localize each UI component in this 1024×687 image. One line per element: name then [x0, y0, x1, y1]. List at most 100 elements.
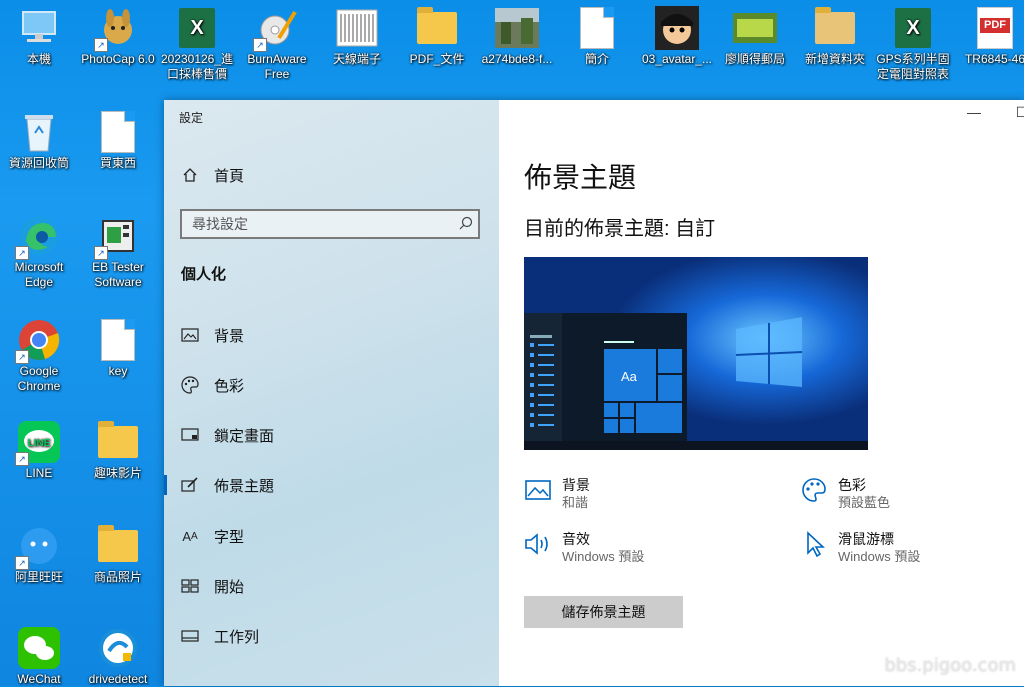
- desktop-icon-label: a274bde8-f...: [481, 52, 553, 66]
- desktop-icon-label: 商品照片: [93, 570, 142, 584]
- desktop-icon-label: 天線端子: [332, 52, 381, 66]
- desktop-icon-photocap[interactable]: ↗ PhotoCap 6.0: [79, 4, 157, 67]
- folder-icon: [415, 6, 459, 50]
- desktop-icon-label: Google Chrome: [17, 364, 61, 393]
- desktop-icon-drivedetect[interactable]: drivedetect: [79, 624, 157, 687]
- section-header-personalization: 個人化: [181, 266, 227, 283]
- prop-value: 預設藍色: [838, 495, 891, 510]
- nav-home[interactable]: 首頁: [164, 155, 499, 195]
- desktop-icon-label: 本機: [26, 52, 51, 66]
- theme-prop-sounds[interactable]: 音效 Windows 預設: [524, 530, 644, 566]
- start-icon: [180, 579, 200, 593]
- prop-value: Windows 預設: [562, 549, 645, 564]
- settings-sidebar: 設定 首頁 個人化 背景 色彩: [164, 100, 499, 686]
- settings-content: — ☐ 佈景主題 目前的佈景主題: 自訂 Aa 背景 和諧 色彩 預設藍色 音效…: [499, 100, 1024, 686]
- desktop-icon-tr6845-pdf[interactable]: PDF TR6845-46: [956, 4, 1024, 67]
- nav-item-background[interactable]: 背景: [164, 315, 499, 355]
- desktop-icon-shopping[interactable]: 買東西: [79, 108, 157, 171]
- desktop-icon-label: LINE: [25, 466, 53, 480]
- prop-value: 和諧: [562, 495, 589, 510]
- desktop-icon-label: Microsoft Edge: [14, 260, 64, 289]
- desktop-icon-label: 簡介: [584, 52, 609, 66]
- desktop-icon-label: drivedetect: [88, 672, 148, 686]
- nav-item-colors[interactable]: 色彩: [164, 365, 499, 405]
- shortcut-arrow-icon: ↗: [253, 38, 267, 52]
- folder-icon: [813, 6, 857, 50]
- desktop-icon-pdf-folder[interactable]: PDF_文件: [398, 4, 476, 67]
- desktop-icon-label: 廖順得郵局: [724, 52, 785, 66]
- desktop-icon-label: TR6845-46: [964, 52, 1024, 66]
- desktop-icon-avatar[interactable]: 03_avatar_...: [638, 4, 716, 67]
- avatar-icon: [655, 6, 699, 50]
- desktop-icon-post-office[interactable]: 廖順得郵局: [716, 4, 794, 67]
- desktop-icon-new-folder[interactable]: 新增資料夾: [796, 4, 874, 67]
- lock-screen-icon: [180, 428, 200, 442]
- excel-icon: X: [175, 6, 219, 50]
- desktop-icon-this-pc[interactable]: 本機: [0, 4, 78, 67]
- maximize-button[interactable]: ☐: [1007, 104, 1024, 121]
- folder-icon: [96, 524, 140, 568]
- desktop-icon-label: PhotoCap 6.0: [81, 52, 155, 66]
- search-icon[interactable]: [454, 216, 478, 233]
- shortcut-arrow-icon: ↗: [15, 246, 29, 260]
- document-icon: [96, 318, 140, 362]
- desktop-icon-line[interactable]: LINE ↗ LINE: [0, 418, 78, 481]
- desktop-icon-product-photos[interactable]: 商品照片: [79, 522, 157, 585]
- nav-item-label: 工作列: [214, 628, 260, 646]
- wechat-icon: [17, 626, 61, 670]
- minimize-button[interactable]: —: [959, 104, 989, 120]
- theme-prop-background[interactable]: 背景 和諧: [524, 476, 590, 512]
- desktop-icon-recycle-bin[interactable]: 資源回收筒: [0, 108, 78, 171]
- photo-file-icon: [495, 6, 539, 50]
- nav-item-taskbar[interactable]: 工作列: [164, 616, 499, 656]
- computer-icon: [17, 6, 61, 50]
- cursor-icon: [800, 530, 828, 558]
- taskbar-icon: [180, 630, 200, 642]
- prop-name: 色彩: [838, 477, 866, 493]
- shortcut-arrow-icon: ↗: [94, 38, 108, 52]
- desktop-icon-label: 03_avatar_...: [641, 52, 713, 66]
- desktop-icon-photo[interactable]: a274bde8-f...: [478, 4, 556, 67]
- shortcut-arrow-icon: ↗: [94, 246, 108, 260]
- nav-item-lock-screen[interactable]: 鎖定畫面: [164, 415, 499, 455]
- nav-item-label: 背景: [214, 327, 245, 345]
- prop-name: 滑鼠游標: [838, 531, 894, 547]
- theme-prop-mouse-cursor[interactable]: 滑鼠游標 Windows 預設: [800, 530, 920, 566]
- desktop-icon-label: 資源回收筒: [8, 156, 69, 170]
- desktop-icon-eb-tester[interactable]: ↗ EB Tester Software: [79, 212, 157, 290]
- desktop-icon-burnaware[interactable]: ↗ BurnAware Free: [238, 4, 316, 82]
- search-box[interactable]: [180, 209, 480, 239]
- nav-item-fonts[interactable]: AA 字型: [164, 516, 499, 556]
- prop-value: Windows 預設: [838, 549, 921, 564]
- save-theme-button[interactable]: 儲存佈景主題: [524, 596, 683, 628]
- theme-prop-color[interactable]: 色彩 預設藍色: [800, 476, 890, 512]
- desktop-icon-label: 趣味影片: [93, 466, 142, 480]
- desktop-icon-antenna[interactable]: 天線端子: [318, 4, 396, 67]
- brush-icon: [180, 477, 200, 493]
- desktop-icon-edge[interactable]: ↗ Microsoft Edge: [0, 212, 78, 290]
- shortcut-arrow-icon: ↗: [15, 556, 29, 570]
- picture-icon: [180, 328, 200, 342]
- photocap-icon: ↗: [94, 6, 140, 52]
- desktop-icon-chrome[interactable]: ↗ Google Chrome: [0, 316, 78, 394]
- desktop-icon-aliwangwang[interactable]: ↗ 阿里旺旺: [0, 522, 78, 585]
- palette-icon: [180, 376, 200, 394]
- nav-home-label: 首頁: [214, 167, 245, 185]
- search-input[interactable]: [182, 215, 454, 233]
- desktop-icon-excel-price[interactable]: X 20230126_進口採棒售價: [158, 4, 236, 82]
- document-icon: [96, 110, 140, 154]
- desktop-icon-key[interactable]: key: [79, 316, 157, 379]
- desktop-icon-intro[interactable]: 簡介: [558, 4, 636, 67]
- desktop-icon-label: 阿里旺旺: [14, 570, 63, 584]
- desktop-icon-fun-videos[interactable]: 趣味影片: [79, 418, 157, 481]
- shortcut-arrow-icon: ↗: [15, 452, 29, 466]
- folder-icon: [96, 420, 140, 464]
- nav-item-label: 色彩: [214, 377, 245, 395]
- desktop-icon-wechat[interactable]: WeChat: [0, 624, 78, 687]
- nav-item-label: 佈景主題: [214, 477, 275, 495]
- desktop-icon-gps-excel[interactable]: X GPS系列半固定電阻對照表: [874, 4, 952, 82]
- desktop-icon-label: EB Tester Software: [92, 260, 144, 289]
- nav-item-start[interactable]: 開始: [164, 566, 499, 606]
- theme-preview-image: Aa: [524, 257, 868, 450]
- nav-item-themes[interactable]: 佈景主題: [164, 465, 499, 505]
